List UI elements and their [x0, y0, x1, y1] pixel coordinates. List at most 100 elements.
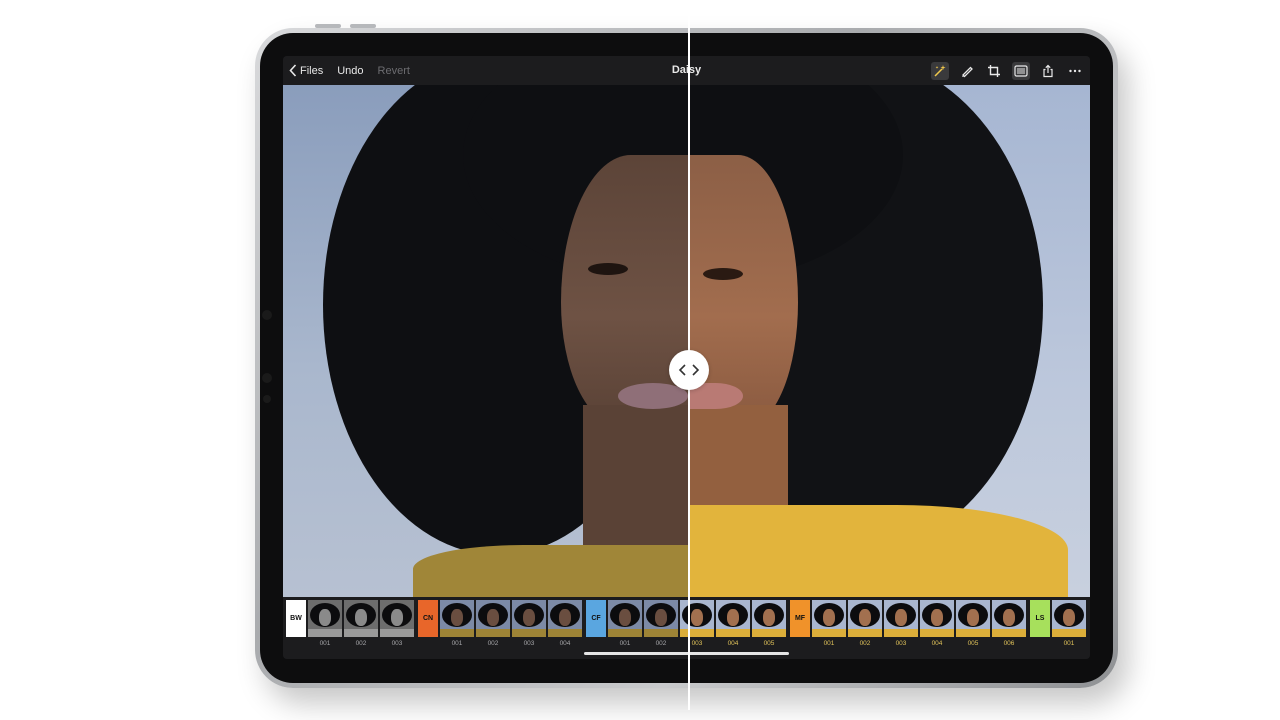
- filter-thumbnail[interactable]: [512, 600, 546, 637]
- filter-thumbnail-label: 003: [391, 640, 403, 647]
- filter-thumbnail[interactable]: [380, 600, 414, 637]
- filter-thumbnail-label: 001: [1063, 640, 1075, 647]
- filter-group-tag-cn[interactable]: CN: [418, 600, 438, 637]
- eye-left: [588, 263, 628, 275]
- filter-group-tag-mf[interactable]: MF: [790, 600, 810, 637]
- top-toolbar: Files Undo Revert Daisy: [283, 56, 1090, 85]
- sliders-icon[interactable]: [1012, 61, 1030, 80]
- thumbnail-sweater: [548, 629, 582, 637]
- filter-thumbnail[interactable]: [920, 600, 954, 637]
- filter-thumbnail-label: 001: [823, 640, 835, 647]
- thumbnail-face: [823, 609, 835, 626]
- filter-thumbnail-label: 004: [559, 640, 571, 647]
- filter-thumbnail[interactable]: [848, 600, 882, 637]
- filter-thumbnail-label: 005: [967, 640, 979, 647]
- top-button: [350, 24, 376, 28]
- thumbnail-face: [859, 609, 871, 626]
- thumbnail-sweater: [608, 629, 642, 637]
- filter-filmstrip: BW 001 002 003 CN 001 002 003 004 CF 001 002 003 004 0…: [283, 597, 1090, 659]
- filter-thumbnail-label: 005: [763, 640, 775, 647]
- thumbnail-sweater: [884, 629, 918, 637]
- thumbnail-sweater: [920, 629, 954, 637]
- filter-thumbnail[interactable]: [716, 600, 750, 637]
- thumbnail-face: [391, 609, 403, 626]
- filter-thumbnail[interactable]: [884, 600, 918, 637]
- filter-thumbnail[interactable]: [680, 600, 714, 637]
- filter-thumbnail-label: 003: [895, 640, 907, 647]
- thumbnail-sweater: [440, 629, 474, 637]
- top-button: [315, 24, 341, 28]
- filter-thumbnail-label: 001: [319, 640, 331, 647]
- neck-before: [583, 405, 688, 565]
- filter-thumbnail-label: 002: [859, 640, 871, 647]
- thumbnail-sweater: [812, 629, 846, 637]
- camera-dot: [262, 310, 272, 320]
- filter-thumbnail-label: 002: [487, 640, 499, 647]
- thumbnail-sweater: [344, 629, 378, 637]
- filter-group-tag-cf[interactable]: CF: [586, 600, 606, 637]
- home-indicator: [584, 652, 789, 655]
- filter-thumbnail[interactable]: [812, 600, 846, 637]
- thumbnail-face: [931, 609, 943, 626]
- sweater-after: [688, 505, 1068, 597]
- filter-thumbnail-label: 001: [451, 640, 463, 647]
- thumbnail-sweater: [956, 629, 990, 637]
- filter-thumbnail-label: 002: [355, 640, 367, 647]
- thumbnail-sweater: [992, 629, 1026, 637]
- filter-thumbnail[interactable]: [548, 600, 582, 637]
- thumbnail-sweater: [752, 629, 786, 637]
- back-button[interactable]: Files: [289, 64, 323, 77]
- filter-thumbnail[interactable]: [344, 600, 378, 637]
- filter-thumbnail-label: 003: [523, 640, 535, 647]
- thumbnail-sweater: [644, 629, 678, 637]
- revert-button[interactable]: Revert: [378, 65, 410, 77]
- share-icon[interactable]: [1039, 62, 1057, 80]
- back-label: Files: [300, 64, 324, 77]
- comparison-handle[interactable]: [669, 350, 709, 390]
- brush-icon[interactable]: [958, 62, 976, 80]
- filter-thumbnail[interactable]: [644, 600, 678, 637]
- filter-thumbnail[interactable]: [308, 600, 342, 637]
- thumbnail-face: [619, 609, 631, 626]
- thumbnail-face: [967, 609, 979, 626]
- undo-button[interactable]: Undo: [337, 65, 363, 77]
- thumbnail-face: [355, 609, 367, 626]
- more-icon[interactable]: [1066, 62, 1084, 80]
- crop-icon[interactable]: [985, 62, 1003, 80]
- thumbnail-sweater: [308, 629, 342, 637]
- filter-thumbnail[interactable]: [608, 600, 642, 637]
- thumbnail-sweater: [512, 629, 546, 637]
- thumbnail-sweater: [680, 629, 714, 637]
- photo-canvas[interactable]: [283, 85, 1090, 597]
- filter-thumbnail-label: 006: [1003, 640, 1015, 647]
- thumbnail-face: [1003, 609, 1015, 626]
- filter-thumbnail[interactable]: [1052, 600, 1086, 637]
- filter-thumbnail-label: 001: [619, 640, 631, 647]
- filter-group-tag-ls[interactable]: LS: [1030, 600, 1050, 637]
- thumbnail-face: [763, 609, 775, 626]
- filter-thumbnail-label: 003: [691, 640, 703, 647]
- chevron-left-icon: [289, 64, 297, 77]
- auto-enhance-icon[interactable]: [931, 61, 949, 80]
- filter-thumbnail[interactable]: [992, 600, 1026, 637]
- thumbnail-face: [895, 609, 907, 626]
- thumbnail-face: [691, 609, 703, 626]
- thumbnail-face: [319, 609, 331, 626]
- camera-dot: [263, 395, 271, 403]
- filter-thumbnail[interactable]: [752, 600, 786, 637]
- filter-thumbnail-label: 004: [931, 640, 943, 647]
- eye-right: [703, 268, 743, 280]
- filter-thumbnail[interactable]: [440, 600, 474, 637]
- sweater-before: [413, 545, 688, 597]
- filter-thumbnail[interactable]: [476, 600, 510, 637]
- thumbnail-face: [727, 609, 739, 626]
- filter-thumbnail[interactable]: [956, 600, 990, 637]
- thumbnail-sweater: [476, 629, 510, 637]
- filter-group-tag-bw[interactable]: BW: [286, 600, 306, 637]
- thumbnail-face: [451, 609, 463, 626]
- thumbnail-sweater: [716, 629, 750, 637]
- thumbnail-sweater: [1052, 629, 1086, 637]
- thumbnail-face: [487, 609, 499, 626]
- thumbnail-sweater: [380, 629, 414, 637]
- filter-thumbnail-label: 002: [655, 640, 667, 647]
